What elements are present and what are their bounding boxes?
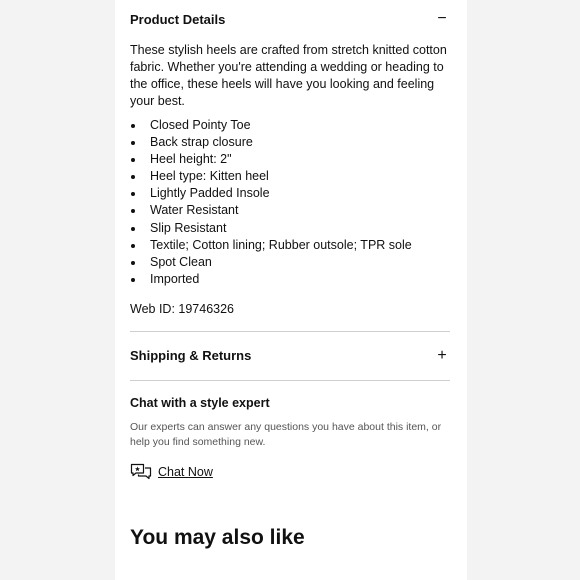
feature-item: Water Resistant <box>130 202 450 219</box>
feature-item: Heel type: Kitten heel <box>130 168 450 185</box>
chat-now-button[interactable]: Chat Now <box>130 463 450 481</box>
shipping-returns-title: Shipping & Returns <box>130 348 252 364</box>
chat-description: Our experts can answer any questions you… <box>130 420 442 448</box>
feature-item: Closed Pointy Toe <box>130 117 450 134</box>
shipping-returns-header[interactable]: Shipping & Returns + <box>130 332 450 380</box>
product-details-title: Product Details <box>130 11 226 27</box>
feature-item: Imported <box>130 271 450 288</box>
feature-item: Heel height: 2" <box>130 151 450 168</box>
chat-bubbles-icon <box>130 463 152 480</box>
feature-item: Slip Resistant <box>130 220 450 237</box>
chat-now-link[interactable]: Chat Now <box>158 465 213 479</box>
content-column: Product Details − These stylish heels ar… <box>130 0 450 550</box>
feature-item: Textile; Cotton lining; Rubber outsole; … <box>130 237 450 254</box>
chat-title: Chat with a style expert <box>130 395 270 410</box>
divider <box>130 379 450 381</box>
recommendations-heading: You may also like <box>130 525 305 549</box>
feature-item: Lightly Padded Insole <box>130 185 450 202</box>
feature-list: Closed Pointy Toe Back strap closure Hee… <box>130 117 450 288</box>
product-page: Product Details − These stylish heels ar… <box>115 0 467 580</box>
product-description: These stylish heels are crafted from str… <box>130 43 447 108</box>
collapse-icon[interactable]: − <box>434 10 450 28</box>
feature-item: Back strap closure <box>130 134 450 151</box>
expand-icon[interactable]: + <box>434 347 450 365</box>
web-id: Web ID: 19746326 <box>130 301 235 316</box>
feature-item: Spot Clean <box>130 254 450 271</box>
product-details-header[interactable]: Product Details − <box>130 0 450 38</box>
